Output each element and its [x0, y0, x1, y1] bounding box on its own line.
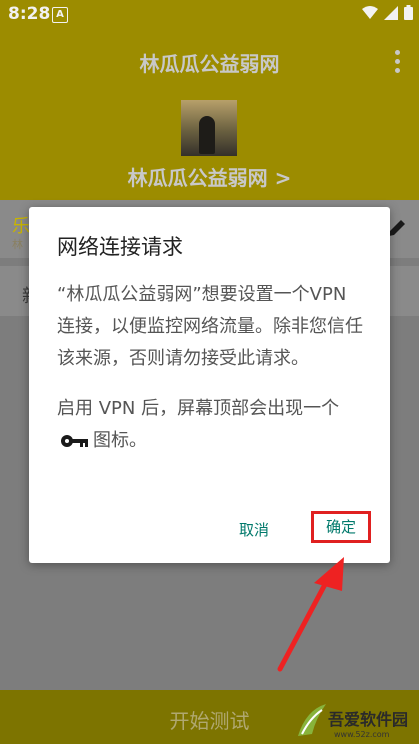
system-icons	[362, 5, 413, 20]
key-icon	[61, 435, 88, 447]
dialog-note: 启用 VPN 后，屏幕顶部会出现一个图标。	[57, 393, 369, 457]
avatar[interactable]	[181, 100, 237, 156]
vpn-request-dialog: 网络连接请求 “林瓜瓜公益弱网”想要设置一个VPN 连接，以便监控网络流量。除非…	[29, 207, 390, 563]
signal-icon	[384, 5, 398, 20]
dialog-note-prefix: 启用 VPN 后，屏幕顶部会出现一个	[57, 398, 340, 419]
more-options-icon[interactable]	[395, 50, 401, 77]
dialog-note-suffix: 图标。	[93, 430, 147, 451]
dialog-body: “林瓜瓜公益弱网”想要设置一个VPN 连接，以便监控网络流量。除非您信任该来源，…	[57, 279, 369, 457]
wifi-icon	[362, 5, 378, 19]
app-title: 林瓜瓜公益弱网	[139, 52, 280, 76]
edit-icon[interactable]	[387, 218, 407, 238]
dialog-title: 网络连接请求	[57, 235, 183, 259]
watermark-name: 吾爱软件园	[328, 710, 409, 729]
ok-button[interactable]: 确定	[311, 511, 371, 543]
settings-card-subtitle: 林	[12, 238, 23, 251]
watermark-url: www.52z.com	[334, 730, 390, 739]
profile-name-link[interactable]: 林瓜瓜公益弱网 >	[0, 162, 419, 191]
settings-card-title: 乐	[12, 216, 30, 237]
dialog-message: “林瓜瓜公益弱网”想要设置一个VPN 连接，以便监控网络流量。除非您信任该来源，…	[57, 284, 363, 369]
cancel-button[interactable]: 取消	[239, 519, 269, 540]
status-time: 8:28	[8, 4, 51, 24]
red-arrow-annotation	[277, 557, 344, 672]
status-bar: 8:28 A	[0, 0, 419, 28]
battery-icon	[404, 5, 413, 20]
notification-icon: A	[52, 7, 68, 23]
